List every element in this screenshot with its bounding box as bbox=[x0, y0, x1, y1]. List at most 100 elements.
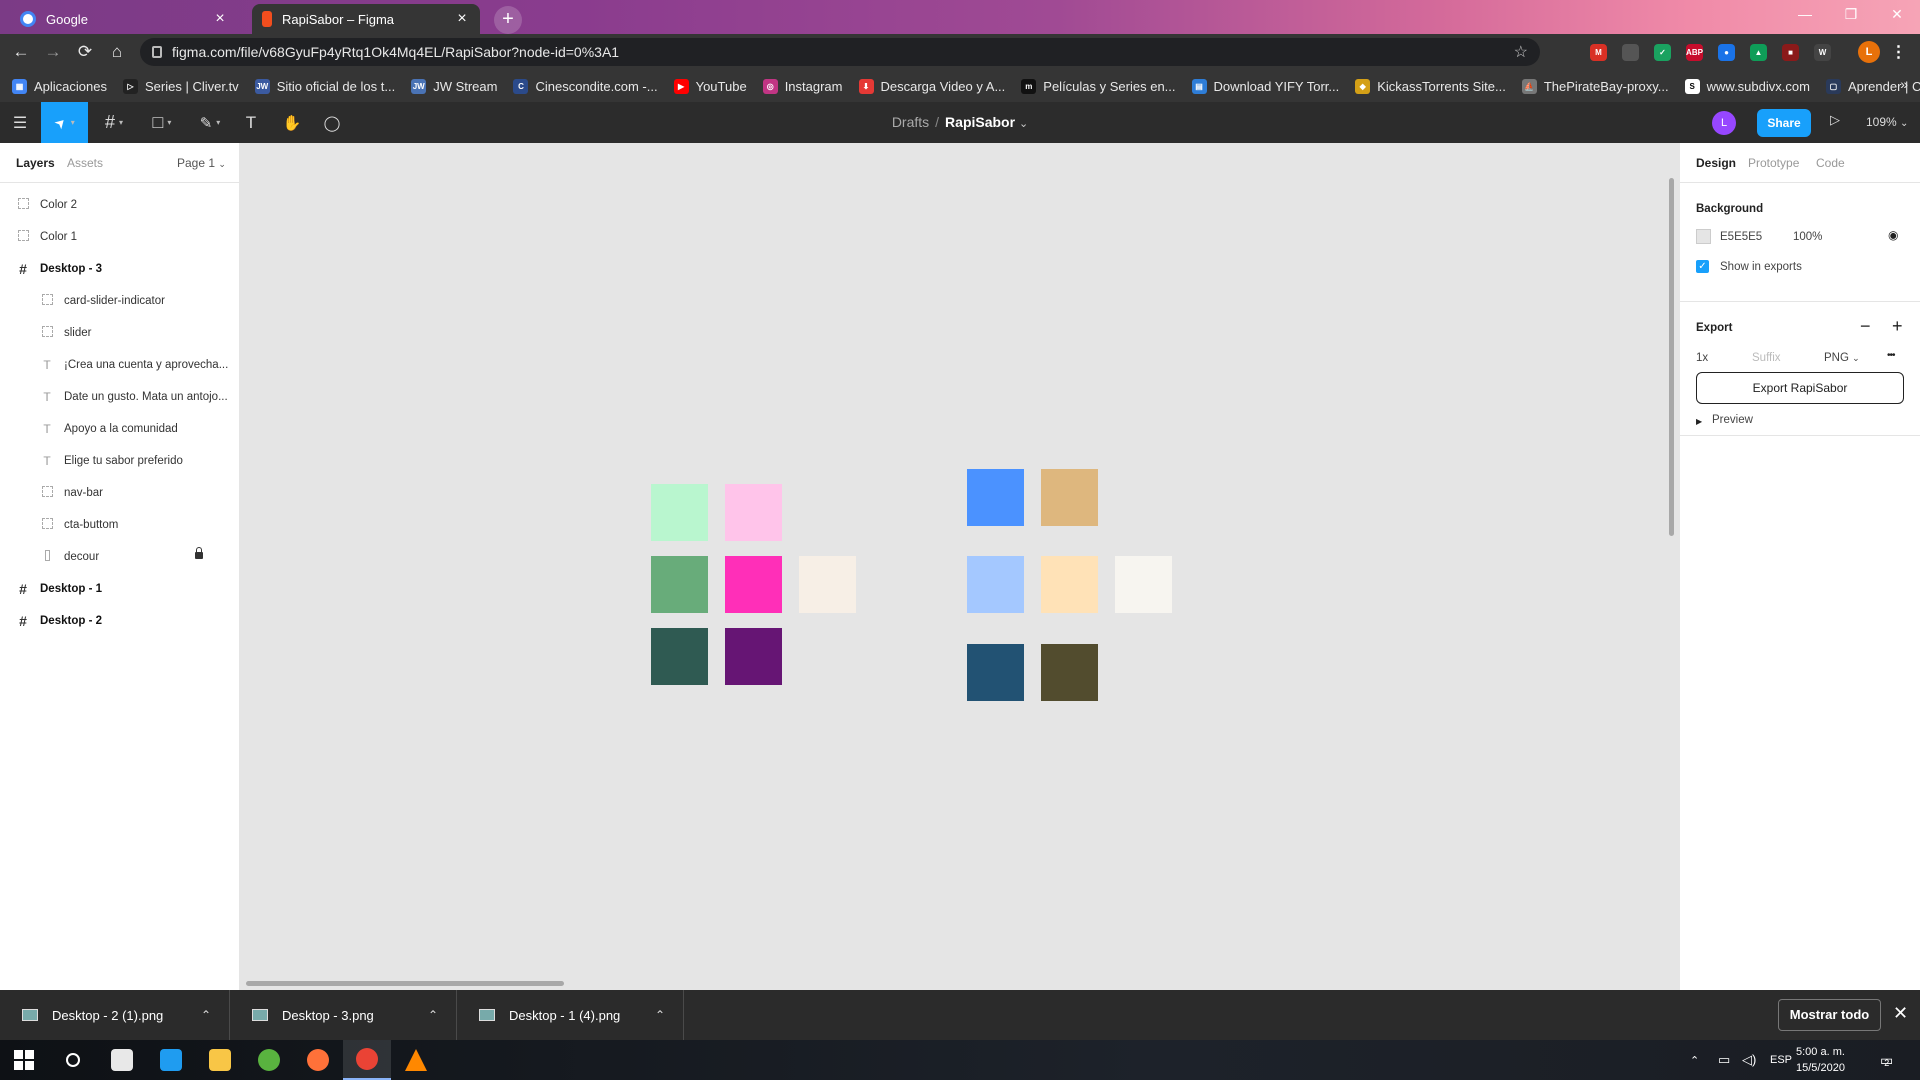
layer-row[interactable]: T ¡Crea una cuenta y aprovecha... bbox=[0, 349, 239, 381]
export-scale-input[interactable]: 1x bbox=[1696, 352, 1708, 364]
layer-row[interactable]: slider bbox=[0, 317, 239, 349]
layer-row[interactable]: T Elige tu sabor preferido bbox=[0, 445, 239, 477]
color-swatch[interactable] bbox=[799, 556, 856, 613]
network-icon[interactable]: ▭ bbox=[1718, 1040, 1730, 1080]
avatar[interactable]: L bbox=[1712, 111, 1736, 135]
color-swatch[interactable] bbox=[967, 469, 1024, 526]
profile-avatar[interactable]: L bbox=[1858, 41, 1880, 63]
bookmark-item[interactable]: JW Sitio oficial de los t... bbox=[254, 78, 395, 94]
layer-row[interactable]: Color 2 bbox=[0, 189, 239, 221]
tab-layers[interactable]: Layers bbox=[16, 156, 55, 170]
minimize-button[interactable]: — bbox=[1782, 0, 1828, 30]
layer-row[interactable]: nav-bar bbox=[0, 477, 239, 509]
color-swatch[interactable] bbox=[725, 556, 782, 613]
back-button[interactable]: ← bbox=[8, 39, 34, 65]
export-settings-icon[interactable]: ••• bbox=[1887, 350, 1895, 361]
layer-row[interactable]: T Date un gusto. Mata un antojo... bbox=[0, 381, 239, 413]
export-button[interactable]: Export RapiSabor bbox=[1696, 372, 1904, 404]
horizontal-scrollbar[interactable] bbox=[246, 981, 564, 986]
notification-center-icon[interactable]: ▭ 2 bbox=[1880, 1040, 1893, 1080]
bookmark-item[interactable]: ◆ KickassTorrents Site... bbox=[1355, 78, 1506, 94]
chevron-up-icon[interactable]: ⌃ bbox=[428, 1008, 438, 1022]
chevron-up-icon[interactable]: ⌃ bbox=[655, 1008, 665, 1022]
taskbar-vscode[interactable] bbox=[147, 1040, 195, 1080]
layer-row[interactable]: T Apoyo a la comunidad bbox=[0, 413, 239, 445]
new-tab-button[interactable]: + bbox=[494, 6, 522, 34]
download-item[interactable]: Desktop - 1 (4).png ⌃ bbox=[457, 990, 684, 1040]
color-swatch[interactable] bbox=[1041, 469, 1098, 526]
bookmark-item[interactable]: ▶ YouTube bbox=[673, 78, 747, 94]
extension-ext-red-icon[interactable]: ■ bbox=[1782, 44, 1799, 61]
tab-close-icon[interactable]: × bbox=[454, 10, 470, 28]
bookmark-item[interactable]: m Películas y Series en... bbox=[1021, 78, 1176, 94]
layer-row[interactable]: decour bbox=[0, 541, 239, 573]
tab-close-icon[interactable]: × bbox=[212, 10, 228, 28]
color-swatch[interactable] bbox=[651, 484, 708, 541]
layer-row[interactable]: Color 1 bbox=[0, 221, 239, 253]
background-opacity-input[interactable]: 100% bbox=[1793, 231, 1822, 243]
layer-row[interactable]: # Desktop - 2 bbox=[0, 605, 239, 637]
taskbar-utorrent[interactable] bbox=[245, 1040, 293, 1080]
restore-button[interactable]: ❐ bbox=[1828, 0, 1874, 30]
layer-row[interactable]: cta-buttom bbox=[0, 509, 239, 541]
close-window-button[interactable]: ✕ bbox=[1874, 0, 1920, 30]
show-in-exports-checkbox[interactable]: ✓ bbox=[1696, 260, 1709, 273]
forward-button[interactable]: → bbox=[40, 39, 66, 65]
extension-ext-gray-icon[interactable] bbox=[1622, 44, 1639, 61]
export-preview-toggle[interactable]: Preview bbox=[1712, 414, 1753, 426]
extension-ext-blue-icon[interactable]: ● bbox=[1718, 44, 1735, 61]
bookmark-item[interactable]: C Cinescondite.com -... bbox=[513, 78, 658, 94]
color-swatch[interactable] bbox=[1115, 556, 1172, 613]
taskbar-firefox[interactable] bbox=[294, 1040, 342, 1080]
tab-code[interactable]: Code bbox=[1816, 156, 1845, 170]
extension-adblock-icon[interactable]: ABP bbox=[1686, 44, 1703, 61]
bookmark-item[interactable]: ▦ Aplicaciones bbox=[12, 78, 107, 94]
close-downloads-icon[interactable]: ✕ bbox=[1893, 1003, 1908, 1024]
browser-menu-icon[interactable]: ⋮ bbox=[1890, 44, 1907, 61]
address-bar[interactable]: figma.com/file/v68GyuFp4yRtq1Ok4Mq4EL/Ra… bbox=[140, 38, 1540, 66]
extension-ext-w-icon[interactable]: W bbox=[1814, 44, 1831, 61]
bookmark-item[interactable]: Swww.subdivx.com bbox=[1684, 78, 1810, 94]
color-swatch[interactable] bbox=[725, 628, 782, 685]
layer-row[interactable]: # Desktop - 1 bbox=[0, 573, 239, 605]
tab-assets[interactable]: Assets bbox=[67, 156, 103, 170]
vertical-scrollbar[interactable] bbox=[1669, 178, 1674, 536]
layer-row[interactable]: card-slider-indicator bbox=[0, 285, 239, 317]
extension-ext-green-icon[interactable]: ▲ bbox=[1750, 44, 1767, 61]
share-button[interactable]: Share bbox=[1757, 109, 1811, 137]
background-hex-input[interactable]: E5E5E5 bbox=[1720, 231, 1762, 243]
clock[interactable]: 5:00 a. m. 15/5/2020 bbox=[1796, 1044, 1845, 1076]
tray-overflow-icon[interactable]: ⌃ bbox=[1690, 1040, 1699, 1080]
bookmark-item[interactable]: ◎ Instagram bbox=[762, 78, 843, 94]
tab-prototype[interactable]: Prototype bbox=[1748, 156, 1799, 170]
reload-button[interactable]: ⟳ bbox=[72, 39, 98, 65]
bookmarks-overflow-button[interactable]: » bbox=[1900, 76, 1908, 92]
layer-row[interactable]: # Desktop - 3 bbox=[0, 253, 239, 285]
tab-google[interactable]: Google × bbox=[10, 4, 238, 34]
taskbar-search[interactable] bbox=[49, 1040, 97, 1080]
tab-figma[interactable]: RapiSabor – Figma × bbox=[252, 4, 480, 34]
color-swatch[interactable] bbox=[651, 556, 708, 613]
chevron-up-icon[interactable]: ⌃ bbox=[201, 1008, 211, 1022]
bookmark-item[interactable]: ▷ Series | Cliver.tv bbox=[123, 78, 239, 94]
zoom-dropdown[interactable]: 109% ⌄ bbox=[1866, 115, 1908, 129]
taskbar-store[interactable] bbox=[98, 1040, 146, 1080]
extension-ext-check-icon[interactable]: ✓ bbox=[1654, 44, 1671, 61]
color-swatch[interactable] bbox=[1041, 644, 1098, 701]
color-swatch[interactable] bbox=[967, 644, 1024, 701]
taskbar-windows-start[interactable] bbox=[0, 1040, 48, 1080]
bookmark-item[interactable]: JW JW Stream bbox=[411, 78, 497, 94]
download-item[interactable]: Desktop - 3.png ⌃ bbox=[230, 990, 457, 1040]
color-swatch[interactable] bbox=[967, 556, 1024, 613]
lock-icon[interactable] bbox=[195, 547, 203, 559]
eye-icon[interactable]: ◉ bbox=[1888, 228, 1898, 242]
volume-icon[interactable]: ◁) bbox=[1742, 1040, 1756, 1080]
download-item[interactable]: Desktop - 2 (1).png ⌃ bbox=[0, 990, 230, 1040]
bookmark-star-icon[interactable]: ☆ bbox=[1514, 42, 1528, 62]
color-swatch[interactable] bbox=[1041, 556, 1098, 613]
add-export-button[interactable]: + bbox=[1892, 316, 1903, 337]
canvas[interactable]: ? bbox=[240, 143, 1896, 1080]
color-swatch[interactable] bbox=[725, 484, 782, 541]
bookmark-item[interactable]: ▤ Download YIFY Torr... bbox=[1191, 78, 1339, 94]
color-swatch[interactable] bbox=[651, 628, 708, 685]
